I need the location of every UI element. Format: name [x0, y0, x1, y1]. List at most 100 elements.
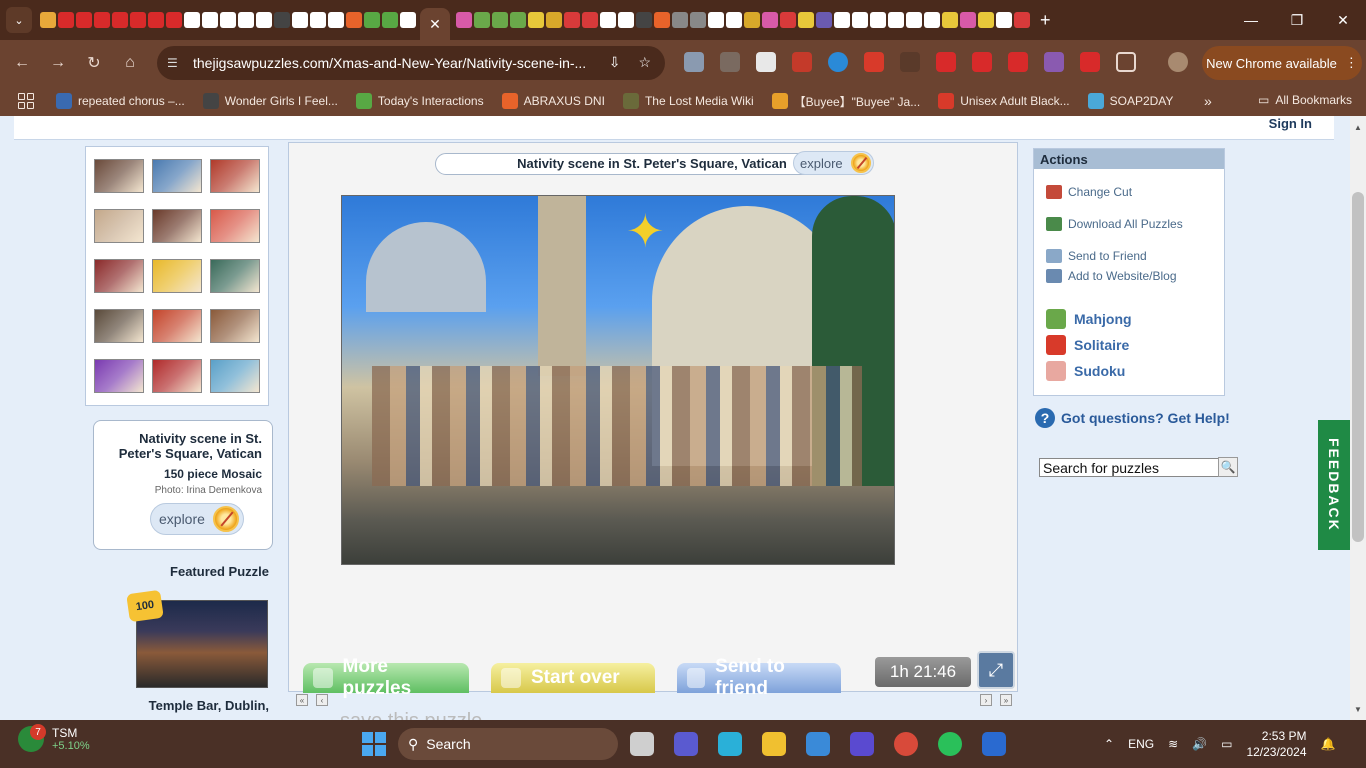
tab-favicon[interactable] [220, 12, 236, 28]
puzzle-thumbnail[interactable] [152, 259, 202, 293]
extension-icon[interactable] [1080, 52, 1100, 72]
bookmark-item[interactable]: Unisex Adult Black... [938, 93, 1070, 110]
search-icon[interactable]: 🔍 [1218, 457, 1238, 477]
tab-favicon[interactable] [76, 12, 92, 28]
tab-favicon[interactable] [942, 12, 958, 28]
extensions-puzzle-icon[interactable] [1116, 52, 1136, 72]
extension-icon[interactable] [1044, 52, 1064, 72]
download-all-link[interactable]: Download All Puzzles [1046, 217, 1183, 231]
stock-widget[interactable]: 7 TSM +5.10% [18, 724, 90, 752]
extension-shield-icon[interactable] [684, 52, 704, 72]
tab-favicon[interactable] [888, 12, 904, 28]
new-tab-button[interactable]: + [1040, 10, 1051, 31]
tab-favicon[interactable] [636, 12, 652, 28]
feedback-tab[interactable]: FEEDBACK [1318, 420, 1350, 550]
tab-favicon[interactable] [762, 12, 778, 28]
tab-search-button[interactable]: ⌄ [6, 7, 32, 33]
tab-favicon[interactable] [310, 12, 326, 28]
tab-favicon[interactable] [744, 12, 760, 28]
restore-button[interactable]: ❐ [1274, 0, 1320, 40]
tab-favicon[interactable] [400, 12, 416, 28]
spotify-icon[interactable] [938, 732, 962, 756]
page-scrollbar[interactable]: ▲ ▼ [1350, 116, 1366, 720]
puzzle-thumbnail[interactable] [94, 309, 144, 343]
minimize-button[interactable]: — [1228, 0, 1274, 40]
puzzle-thumbnail[interactable] [210, 309, 260, 343]
tab-favicon[interactable] [690, 12, 706, 28]
scroll-thumb[interactable] [1352, 192, 1364, 542]
help-link[interactable]: ? Got questions? Get Help! [1035, 408, 1230, 428]
profile-avatar[interactable] [1168, 52, 1188, 72]
tab-favicon[interactable] [870, 12, 886, 28]
new-chrome-button[interactable]: New Chrome available ⋮ [1202, 46, 1362, 80]
tab-favicon[interactable] [94, 12, 110, 28]
tab-favicon[interactable] [816, 12, 832, 28]
taskbar-search[interactable]: ⚲ Search [398, 728, 618, 760]
puzzle-thumbnail[interactable] [152, 359, 202, 393]
tab-favicon[interactable] [130, 12, 146, 28]
all-bookmarks-button[interactable]: ▭ All Bookmarks [1258, 93, 1352, 107]
scroll-last-icon[interactable]: » [1000, 694, 1012, 706]
home-icon[interactable]: ⌂ [112, 45, 148, 81]
tab-favicon[interactable] [456, 12, 472, 28]
outlook-icon[interactable] [982, 732, 1006, 756]
language-indicator[interactable]: ENG [1128, 737, 1154, 751]
bookmark-item[interactable]: SOAP2DAY [1087, 93, 1173, 110]
puzzle-thumbnail[interactable] [152, 209, 202, 243]
teams-icon[interactable] [674, 732, 698, 756]
explore-button[interactable]: explore [150, 503, 244, 535]
tab-favicon[interactable] [798, 12, 814, 28]
tab-favicon[interactable] [492, 12, 508, 28]
save-puzzle-link[interactable]: save this puzzle [340, 710, 482, 720]
copilot-icon[interactable] [718, 732, 742, 756]
send-to-friend-link[interactable]: Send to Friend [1046, 249, 1147, 263]
site-info-icon[interactable]: ☰ [167, 56, 189, 70]
tab-favicon[interactable] [852, 12, 868, 28]
bookmark-item[interactable]: Wonder Girls I Feel... [202, 93, 338, 110]
tab-favicon[interactable] [960, 12, 976, 28]
tab-favicon[interactable] [582, 12, 598, 28]
add-to-website-link[interactable]: Add to Website/Blog [1046, 269, 1177, 283]
tab-favicon[interactable] [184, 12, 200, 28]
extension-icon[interactable] [936, 52, 956, 72]
tab-favicon[interactable] [382, 12, 398, 28]
tab-favicon[interactable] [546, 12, 562, 28]
puzzle-thumbnail[interactable] [210, 359, 260, 393]
tab-favicon[interactable] [1014, 12, 1030, 28]
tray-overflow-icon[interactable]: ⌃ [1104, 737, 1114, 751]
tab-favicon[interactable] [166, 12, 182, 28]
tab-favicon[interactable] [978, 12, 994, 28]
store-icon[interactable] [806, 732, 830, 756]
bookmarks-overflow-icon[interactable]: » [1204, 93, 1212, 109]
wifi-icon[interactable]: ≋ [1168, 737, 1178, 751]
tab-favicon[interactable] [708, 12, 724, 28]
extension-icon[interactable] [828, 52, 848, 72]
tab-favicon[interactable] [148, 12, 164, 28]
file-explorer-icon[interactable] [762, 732, 786, 756]
tab-favicon[interactable] [726, 12, 742, 28]
tab-favicon[interactable] [40, 12, 56, 28]
scroll-up-icon[interactable]: ▲ [1350, 120, 1366, 134]
tab-favicon[interactable] [112, 12, 128, 28]
bookmark-item[interactable]: Today's Interactions [355, 93, 484, 110]
app-icon[interactable] [850, 732, 874, 756]
clock[interactable]: 2:53 PM 12/23/2024 [1246, 728, 1306, 760]
tab-favicon[interactable] [202, 12, 218, 28]
send-to-friend-button[interactable]: Send to friend [677, 656, 841, 699]
chrome-icon[interactable] [894, 732, 918, 756]
puzzle-thumbnail[interactable] [94, 359, 144, 393]
back-icon[interactable]: ← [4, 45, 40, 81]
volume-icon[interactable]: 🔊 [1192, 737, 1207, 751]
notifications-icon[interactable]: 🔔 [1321, 737, 1336, 751]
start-over-button[interactable]: Start over [491, 663, 655, 693]
scroll-next-icon[interactable]: › [980, 694, 992, 706]
tab-favicon[interactable] [292, 12, 308, 28]
tab-favicon[interactable] [996, 12, 1012, 28]
bookmark-item[interactable]: ABRAXUS DNI [501, 93, 605, 110]
tab-favicon[interactable] [618, 12, 634, 28]
sign-in-link[interactable]: Sign In [1269, 116, 1312, 131]
extension-icon[interactable] [792, 52, 812, 72]
tab-favicon[interactable] [654, 12, 670, 28]
url-text[interactable]: thejigsawpuzzles.com/Xmas-and-New-Year/N… [193, 55, 586, 71]
featured-puzzle-title[interactable]: Temple Bar, Dublin, [85, 698, 269, 713]
